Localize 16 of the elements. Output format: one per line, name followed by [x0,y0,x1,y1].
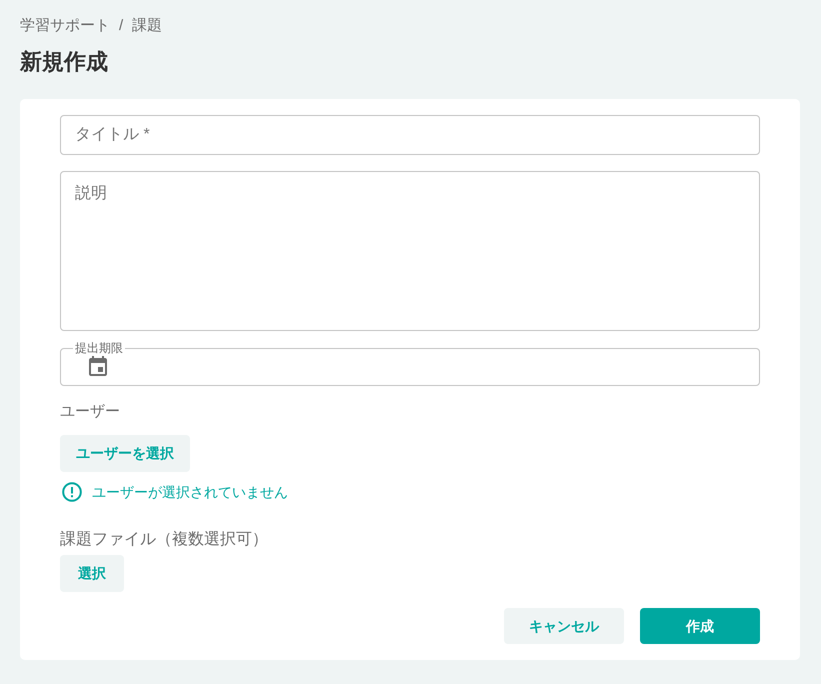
create-button[interactable]: 作成 [640,608,760,644]
users-label: ユーザー [60,402,120,422]
calendar-icon[interactable] [89,356,107,376]
warning-message: ユーザーが選択されていません [92,483,288,502]
files-label: 課題ファイル（複数選択可） [60,530,268,550]
breadcrumb-separator: / [119,16,124,36]
page-title: 新規作成 [20,48,109,76]
select-files-button[interactable]: 選択 [60,555,124,592]
breadcrumb-link[interactable]: 課題 [132,14,162,38]
description-textarea[interactable]: 説明 [60,171,760,331]
select-users-button[interactable]: ユーザーを選択 [60,435,190,472]
cancel-button[interactable]: キャンセル [504,608,624,644]
title-input[interactable]: タイトル * [60,115,760,155]
breadcrumb-link[interactable]: 学習サポート [20,14,110,38]
due-date-field[interactable]: 提出期限 [60,342,760,386]
warning-icon [62,482,82,502]
